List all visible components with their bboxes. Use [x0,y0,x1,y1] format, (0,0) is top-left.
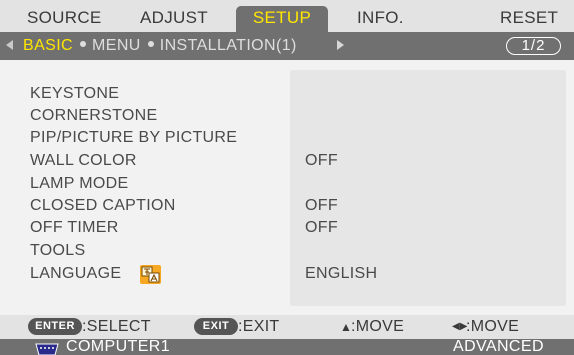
key-hint-bar: ENTER :SELECT EXIT :EXIT ▲︎ :MOVE ◀▶ :MO… [0,315,574,339]
enter-key-badge: ENTER [28,318,82,335]
language-value: ENGLISH [305,265,378,282]
menu-item-closed-caption[interactable]: CLOSED CAPTION [30,197,176,215]
move-vertical-hint: :MOVE [351,318,405,335]
bullet-separator-icon [147,41,154,48]
menu-mode-label: ADVANCED [453,339,544,355]
tab-adjust[interactable]: ADJUST [140,4,208,32]
move-horizontal-hint: :MOVE [466,318,520,335]
triangle-right-icon[interactable] [337,40,344,50]
subtab-basic[interactable]: BASIC [23,37,73,54]
subtab-bar: BASIC MENU INSTALLATION(1) 1/2 [0,32,574,60]
exit-hint: :EXIT [238,318,280,335]
wall-color-value: OFF [305,152,338,169]
page-indicator-badge: 1/2 [506,37,561,55]
current-source-label: COMPUTER1 [66,339,171,355]
language-icon [140,265,161,284]
bullet-separator-icon [80,41,87,48]
tab-info[interactable]: INFO. [357,4,404,32]
off-timer-value: OFF [305,219,338,236]
menu-item-tools[interactable]: TOOLS [30,242,85,260]
menu-item-lamp-mode[interactable]: LAMP MODE [30,175,128,193]
exit-key-badge: EXIT [194,318,238,335]
subtab-menu[interactable]: MENU [92,37,141,54]
tab-reset[interactable]: RESET [500,4,558,32]
triangle-left-icon[interactable] [6,40,13,50]
menu-item-off-timer[interactable]: OFF TIMER [30,219,119,237]
subtab-installation-1[interactable]: INSTALLATION(1) [160,37,297,54]
menu-item-cornerstone[interactable]: CORNERSTONE [30,107,157,125]
status-bar: COMPUTER1 ADVANCED [0,339,574,355]
tab-setup[interactable]: SETUP [236,6,328,32]
select-hint: :SELECT [82,318,151,335]
setup-basic-panel: KEYSTONE CORNERSTONE PIP/PICTURE BY PICT… [0,60,574,315]
subtab-list: BASIC MENU INSTALLATION(1) [23,37,297,55]
menu-item-pip-picture-by-picture[interactable]: PIP/PICTURE BY PICTURE [30,129,237,147]
menu-item-keystone[interactable]: KEYSTONE [30,85,119,103]
menu-item-wall-color[interactable]: WALL COLOR [30,152,137,170]
menu-tab-bar: SOURCE ADJUST SETUP INFO. RESET [0,0,574,32]
tab-source[interactable]: SOURCE [27,4,102,32]
menu-item-language[interactable]: LANGUAGE [30,265,121,283]
computer-input-icon [34,343,60,355]
closed-caption-value: OFF [305,197,338,214]
